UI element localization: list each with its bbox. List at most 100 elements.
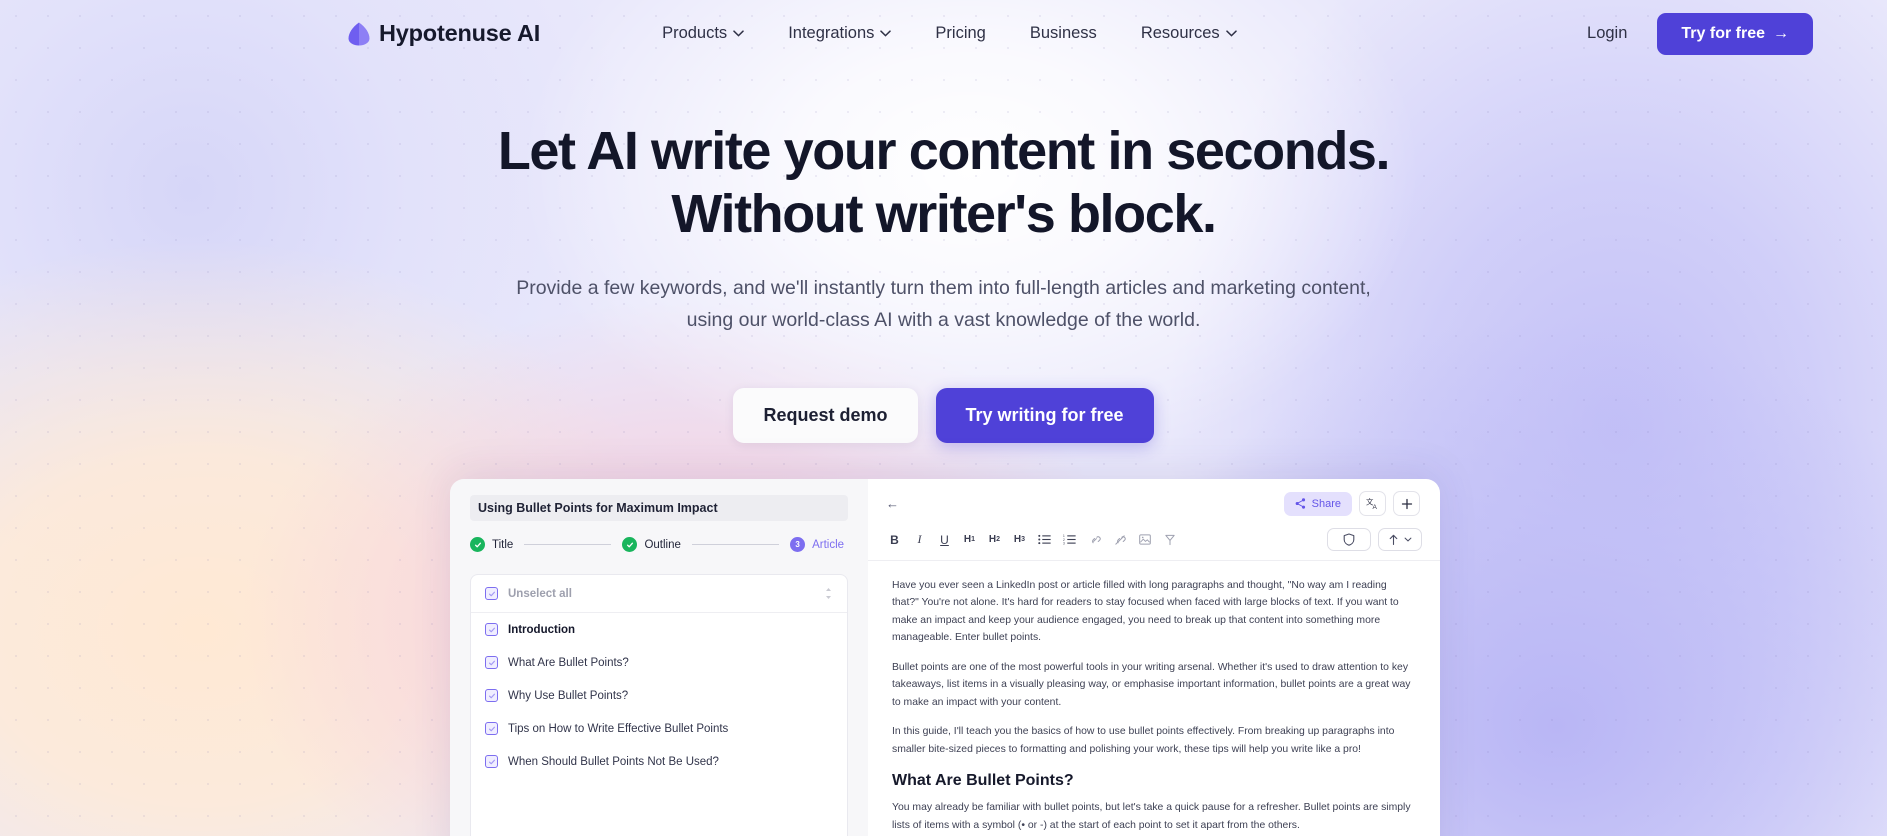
export-button[interactable] bbox=[1378, 528, 1422, 551]
editor-document-body[interactable]: Have you ever seen a LinkedIn post or ar… bbox=[868, 561, 1440, 836]
nav-item-products-label: Products bbox=[662, 24, 728, 42]
outline-item-label: Why Use Bullet Points? bbox=[508, 689, 629, 702]
step-article-number-badge: 3 bbox=[790, 537, 806, 552]
app-preview-sidebar: Using Bullet Points for Maximum Impact T… bbox=[450, 479, 868, 836]
step-outline-label: Outline bbox=[644, 538, 681, 551]
article-paragraph: Bullet points are one of the most powerf… bbox=[892, 661, 1411, 708]
header-actions: Login Try for free → bbox=[1565, 12, 1817, 55]
outline-header-row[interactable]: Unselect all bbox=[471, 575, 847, 613]
step-outline[interactable]: Outline bbox=[622, 537, 681, 552]
unlink-icon bbox=[1114, 534, 1126, 545]
nav-item-resources-label: Resources bbox=[1140, 24, 1220, 42]
hero-cta-row: Request demo Try writing for free bbox=[0, 388, 1887, 444]
link-icon bbox=[1091, 535, 1101, 543]
bold-button[interactable]: B bbox=[882, 529, 907, 551]
try-for-free-button[interactable]: Try for free → bbox=[1657, 12, 1813, 55]
nav-item-integrations-label: Integrations bbox=[788, 24, 875, 42]
list-item[interactable]: What Are Bullet Points? bbox=[471, 646, 847, 679]
shield-icon bbox=[1343, 533, 1355, 546]
outline-item-label: When Should Bullet Points Not Be Used? bbox=[508, 755, 719, 768]
step-article-number: 3 bbox=[795, 539, 800, 549]
translate-icon: 文 A bbox=[1366, 497, 1378, 510]
site-header: Hypotenuse AI Products Integrations Pric… bbox=[0, 0, 1887, 67]
article-section-heading: What Are Bullet Points? bbox=[892, 772, 1074, 790]
svg-text:3: 3 bbox=[1063, 541, 1065, 545]
nav-item-business-label: Business bbox=[1029, 24, 1097, 42]
hero-title-line-2: Without writer's block. bbox=[671, 183, 1217, 244]
share-button[interactable]: Share bbox=[1283, 491, 1352, 516]
step-article[interactable]: 3 Article bbox=[790, 537, 844, 552]
nav-item-pricing[interactable]: Pricing bbox=[913, 16, 1007, 51]
nav-item-products[interactable]: Products bbox=[640, 16, 766, 51]
sort-updown-icon[interactable] bbox=[824, 587, 833, 600]
image-icon bbox=[1138, 534, 1151, 545]
list-item[interactable]: Why Use Bullet Points? bbox=[471, 679, 847, 712]
add-button[interactable] bbox=[1393, 491, 1420, 516]
editor-formatting-toolbar: B I U H1 H2 H3 1 2 3 bbox=[868, 522, 1440, 561]
editor-top-actions: Share 文 A bbox=[1283, 491, 1420, 516]
login-link[interactable]: Login bbox=[1565, 16, 1649, 51]
highlighter-icon bbox=[1164, 534, 1175, 545]
article-paragraph: In this guide, I'll teach you the basics… bbox=[892, 726, 1395, 755]
hypotenuse-leaf-logo-icon bbox=[348, 22, 370, 45]
editor-top-bar: ← Share 文 A bbox=[868, 479, 1440, 522]
nav-item-business[interactable]: Business bbox=[1008, 16, 1119, 51]
bulleted-list-button[interactable] bbox=[1032, 529, 1057, 551]
brand-logo-link[interactable]: Hypotenuse AI bbox=[348, 20, 540, 47]
stepper-connector bbox=[524, 544, 612, 545]
heading-1-button[interactable]: H1 bbox=[957, 529, 982, 551]
list-item[interactable]: Tips on How to Write Effective Bullet Po… bbox=[471, 712, 847, 745]
article-paragraph: You may already be familiar with bullet … bbox=[892, 802, 1411, 831]
arrow-right-icon: → bbox=[1773, 24, 1789, 42]
unlink-button[interactable] bbox=[1107, 529, 1132, 551]
back-arrow-icon[interactable]: ← bbox=[882, 494, 902, 513]
unselect-all-label: Unselect all bbox=[508, 587, 572, 600]
share-label: Share bbox=[1311, 497, 1341, 510]
image-button[interactable] bbox=[1132, 529, 1157, 551]
step-article-label: Article bbox=[812, 538, 845, 551]
heading-2-button[interactable]: H2 bbox=[982, 529, 1007, 551]
hero-subtitle: Provide a few keywords, and we'll instan… bbox=[514, 273, 1374, 336]
document-title[interactable]: Using Bullet Points for Maximum Impact bbox=[470, 495, 848, 521]
step-outline-check-icon bbox=[622, 537, 638, 552]
unselect-all-checkbox[interactable] bbox=[485, 587, 498, 600]
translate-button[interactable]: 文 A bbox=[1359, 491, 1386, 516]
hero-section: Let AI write your content in seconds. Wi… bbox=[0, 120, 1887, 444]
link-button[interactable] bbox=[1082, 529, 1107, 551]
outline-item-checkbox[interactable] bbox=[485, 722, 498, 735]
try-for-free-label: Try for free bbox=[1681, 24, 1765, 42]
outline-item-checkbox[interactable] bbox=[485, 689, 498, 702]
editor-toolbar-right-actions bbox=[1327, 528, 1422, 551]
upload-icon bbox=[1389, 534, 1398, 545]
request-demo-button[interactable]: Request demo bbox=[733, 388, 918, 444]
nav-item-pricing-label: Pricing bbox=[935, 24, 986, 42]
step-title-check-icon bbox=[470, 537, 485, 552]
outline-item-checkbox[interactable] bbox=[485, 623, 498, 636]
share-nodes-icon bbox=[1295, 498, 1305, 509]
hero-subtitle-line-1: Provide a few keywords, and we'll instan… bbox=[516, 277, 1296, 300]
list-item[interactable]: Introduction bbox=[471, 613, 847, 646]
brand-name: Hypotenuse AI bbox=[379, 20, 541, 46]
outline-item-checkbox[interactable] bbox=[485, 755, 498, 768]
page-title: Let AI write your content in seconds. Wi… bbox=[0, 120, 1887, 245]
highlight-button[interactable] bbox=[1157, 529, 1182, 551]
stepper-connector bbox=[691, 544, 780, 545]
italic-button[interactable]: I bbox=[907, 529, 932, 551]
svg-text:A: A bbox=[1373, 504, 1378, 510]
chevron-down-icon bbox=[733, 30, 744, 37]
bulleted-list-icon bbox=[1038, 534, 1051, 545]
app-preview-editor: ← Share 文 A B I U H 1 H 2 H 3 1 2 3 Have… bbox=[868, 479, 1440, 836]
outline-item-checkbox[interactable] bbox=[485, 656, 498, 669]
list-item[interactable]: When Should Bullet Points Not Be Used? bbox=[471, 745, 847, 778]
plagiarism-shield-button[interactable] bbox=[1327, 528, 1371, 551]
underline-button[interactable]: U bbox=[932, 529, 957, 551]
nav-item-integrations[interactable]: Integrations bbox=[766, 16, 913, 51]
numbered-list-button[interactable]: 1 2 3 bbox=[1057, 529, 1082, 551]
try-writing-for-free-button[interactable]: Try writing for free bbox=[935, 388, 1154, 444]
heading-3-button[interactable]: H3 bbox=[1007, 529, 1032, 551]
nav-item-resources[interactable]: Resources bbox=[1119, 16, 1259, 51]
step-title[interactable]: Title bbox=[470, 537, 513, 552]
app-preview-panel: Using Bullet Points for Maximum Impact T… bbox=[450, 479, 1440, 836]
chevron-down-icon bbox=[880, 30, 892, 37]
outline-item-label: Tips on How to Write Effective Bullet Po… bbox=[508, 722, 729, 735]
